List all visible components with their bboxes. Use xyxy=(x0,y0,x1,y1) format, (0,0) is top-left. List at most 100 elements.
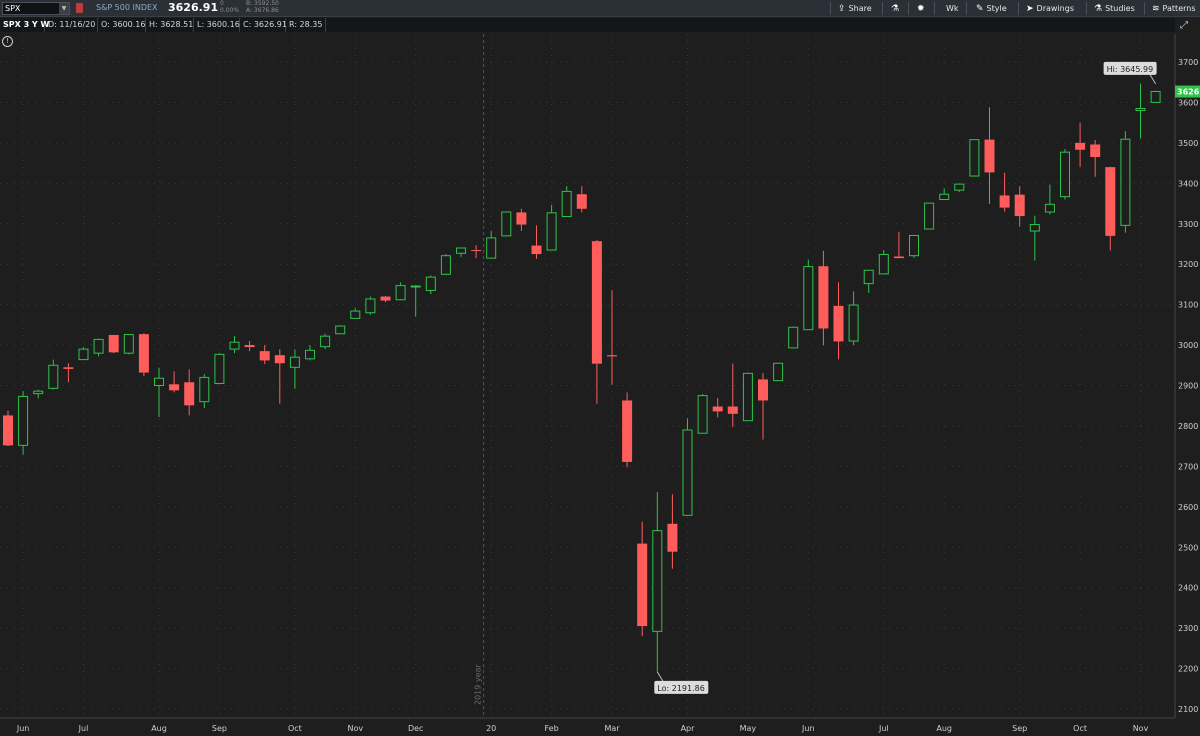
candle xyxy=(350,308,361,319)
candle-body-up xyxy=(1029,224,1040,232)
time-tick-label: Nov xyxy=(347,724,363,733)
candle xyxy=(833,282,844,360)
candle-body-down xyxy=(516,212,527,225)
candle xyxy=(591,239,602,404)
candle xyxy=(1075,122,1086,167)
candle xyxy=(395,282,406,301)
candle-body-down xyxy=(622,400,633,462)
candle xyxy=(576,186,587,213)
candle xyxy=(758,372,768,440)
candle xyxy=(138,333,149,377)
candle xyxy=(667,494,678,569)
candle-body-up xyxy=(803,266,814,331)
candle-body-up xyxy=(18,395,29,446)
low-annotation-leader xyxy=(656,671,664,683)
candle xyxy=(1120,131,1131,233)
candlestick-chart[interactable]: 2019 year 2100 2200 2300 2400 2500 2600 2700 28… xyxy=(0,0,1200,736)
annotations: Hi: 3645.99 Lo: 2191.86 3626. xyxy=(654,61,1200,694)
candle-body-down xyxy=(244,345,255,348)
price-tick-label: 2100 xyxy=(1178,705,1198,714)
candles xyxy=(3,83,1161,672)
candle-body-down xyxy=(833,305,844,342)
candle-body-down xyxy=(818,266,829,329)
candle-body-down xyxy=(712,406,723,412)
candle-body-up xyxy=(773,362,784,382)
price-tick-label: 3500 xyxy=(1178,139,1198,148)
candle-body-up xyxy=(1135,108,1146,112)
candle xyxy=(486,231,497,259)
candle-body-down xyxy=(3,415,13,446)
candle-body-down xyxy=(637,543,648,627)
candle xyxy=(259,345,270,365)
candle xyxy=(893,231,904,259)
candle xyxy=(652,491,663,672)
time-tick-label: Oct xyxy=(288,724,302,733)
time-tick-label: Apr xyxy=(681,724,696,733)
time-tick-label: Sep xyxy=(1012,724,1027,733)
candle xyxy=(1060,148,1070,200)
candle-body-up xyxy=(1150,91,1161,103)
candle xyxy=(169,371,180,393)
candle-body-down xyxy=(184,382,195,406)
candle xyxy=(939,188,950,200)
candle xyxy=(471,245,482,259)
candle-body-up xyxy=(788,326,799,349)
candle xyxy=(878,250,889,275)
time-tick-label: Oct xyxy=(1073,724,1087,733)
price-tick-label: 2500 xyxy=(1178,543,1198,552)
candle-body-down xyxy=(259,351,270,361)
time-tick-label: Sep xyxy=(212,724,227,733)
price-tick-label: 3000 xyxy=(1178,341,1198,350)
candle xyxy=(637,521,648,637)
candle xyxy=(78,347,89,361)
candle-body-down xyxy=(1090,144,1101,158)
candle xyxy=(1029,215,1040,261)
candle xyxy=(380,296,391,303)
time-tick-label: Jul xyxy=(878,724,889,733)
last-price-badge-label: 3626. xyxy=(1177,88,1200,97)
low-annotation-label: Lo: 2191.86 xyxy=(657,684,705,693)
candle-body-up xyxy=(954,183,965,191)
chart-grid: 2019 year xyxy=(0,34,1200,736)
candle-body-up xyxy=(561,190,572,217)
candle xyxy=(63,363,74,383)
candle xyxy=(682,418,693,516)
candle-body-up xyxy=(456,247,466,254)
price-tick-label: 3600 xyxy=(1178,98,1198,107)
candle xyxy=(3,410,13,447)
candle xyxy=(108,334,119,354)
candle xyxy=(803,259,814,331)
candle-body-down xyxy=(1105,167,1116,236)
candle xyxy=(622,392,633,468)
candle-body-up xyxy=(924,202,935,230)
candle xyxy=(365,296,376,315)
candle-body-down xyxy=(1014,194,1025,217)
time-tick-label: Jul xyxy=(78,724,89,733)
candle-body-up xyxy=(440,255,451,275)
candle-body-down xyxy=(169,384,180,391)
candle xyxy=(1090,140,1101,177)
candle xyxy=(561,186,572,217)
candle xyxy=(999,172,1010,212)
time-tick-label: Mar xyxy=(604,724,620,733)
candle xyxy=(229,336,240,354)
candle xyxy=(440,254,451,275)
candle-body-up xyxy=(350,310,361,319)
candle-body-up xyxy=(546,212,557,251)
candle-body-up xyxy=(199,376,210,403)
candle xyxy=(456,247,466,257)
candle-body-down xyxy=(758,379,768,401)
candle-body-up xyxy=(1060,151,1070,198)
candle-body-down xyxy=(667,523,678,552)
candle-body-up xyxy=(501,211,512,237)
price-tick-label: 3700 xyxy=(1178,58,1198,67)
candle xyxy=(984,107,995,204)
candle xyxy=(924,202,935,230)
candle-body-up xyxy=(154,377,164,387)
candle-body-down xyxy=(999,195,1010,208)
candle-body-up xyxy=(410,285,421,288)
price-tick-label: 2400 xyxy=(1178,584,1198,593)
candle xyxy=(909,234,919,258)
candle xyxy=(18,391,29,455)
candle-body-up xyxy=(863,269,874,285)
